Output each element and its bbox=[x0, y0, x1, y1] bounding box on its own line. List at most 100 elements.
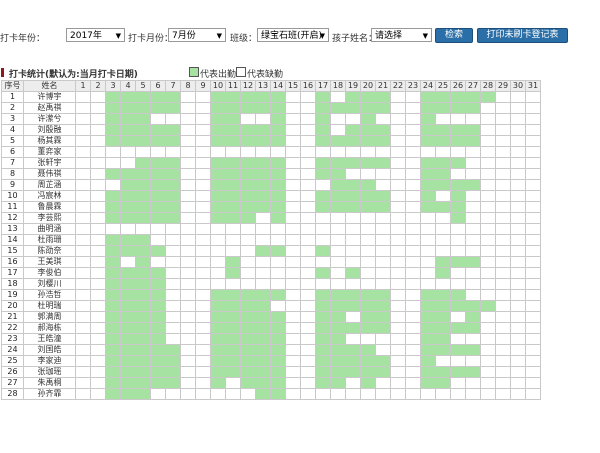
attendance-cell bbox=[465, 333, 481, 345]
attendance-cell bbox=[240, 245, 256, 257]
attendance-present-cell bbox=[435, 256, 451, 268]
attendance-cell bbox=[225, 388, 241, 400]
attendance-present-cell bbox=[210, 135, 226, 147]
attendance-present-cell bbox=[420, 366, 436, 378]
attendance-cell bbox=[510, 113, 526, 125]
attendance-present-cell bbox=[465, 179, 481, 191]
attendance-present-cell bbox=[210, 311, 226, 323]
attendance-present-cell bbox=[345, 366, 361, 378]
attendance-cell bbox=[285, 135, 301, 147]
attendance-present-cell bbox=[420, 135, 436, 147]
attendance-cell bbox=[465, 278, 481, 290]
row-number: 11 bbox=[1, 201, 24, 213]
search-button[interactable]: 检索 bbox=[435, 28, 473, 43]
attendance-cell bbox=[495, 256, 511, 268]
attendance-cell bbox=[315, 234, 331, 246]
table-row: 16 王美琪 bbox=[1, 256, 541, 268]
attendance-present-cell bbox=[450, 289, 466, 301]
attendance-cell bbox=[75, 377, 91, 389]
attendance-present-cell bbox=[150, 267, 166, 279]
attendance-cell bbox=[510, 245, 526, 257]
attendance-cell bbox=[495, 344, 511, 356]
attendance-cell bbox=[375, 333, 391, 345]
attendance-cell bbox=[345, 256, 361, 268]
attendance-present-cell bbox=[135, 190, 151, 202]
attendance-present-cell bbox=[240, 344, 256, 356]
attendance-cell bbox=[180, 344, 196, 356]
attendance-present-cell bbox=[480, 91, 496, 103]
year-select[interactable]: 2017年 ▼ bbox=[66, 28, 125, 42]
student-name: 杜明瑞 bbox=[23, 300, 76, 312]
month-select[interactable]: 7月份 ▼ bbox=[168, 28, 226, 42]
attendance-present-cell bbox=[120, 168, 136, 180]
attendance-cell bbox=[525, 135, 541, 147]
attendance-cell bbox=[195, 256, 211, 268]
attendance-present-cell bbox=[270, 179, 286, 191]
attendance-present-cell bbox=[420, 157, 436, 169]
attendance-present-cell bbox=[105, 190, 121, 202]
attendance-cell bbox=[435, 212, 451, 224]
student-name: 杨其霖 bbox=[23, 135, 76, 147]
attendance-cell bbox=[345, 113, 361, 125]
class-select[interactable]: 绿宝石班(开启) ▼ bbox=[257, 28, 329, 42]
attendance-present-cell bbox=[330, 322, 346, 334]
attendance-cell bbox=[75, 102, 91, 114]
attendance-present-cell bbox=[270, 311, 286, 323]
day-header: 16 bbox=[300, 80, 316, 92]
attendance-cell bbox=[375, 256, 391, 268]
print-unswiped-button[interactable]: 打印未刷卡登记表 bbox=[477, 28, 568, 43]
attendance-cell bbox=[465, 377, 481, 389]
attendance-cell bbox=[390, 355, 406, 367]
attendance-present-cell bbox=[150, 366, 166, 378]
attendance-present-cell bbox=[420, 91, 436, 103]
attendance-present-cell bbox=[120, 102, 136, 114]
attendance-cell bbox=[390, 333, 406, 345]
attendance-present-cell bbox=[255, 190, 271, 202]
attendance-present-cell bbox=[105, 377, 121, 389]
attendance-cell bbox=[405, 355, 421, 367]
table-row: 12 李芸熙 bbox=[1, 212, 541, 224]
attendance-cell bbox=[465, 168, 481, 180]
attendance-cell bbox=[300, 311, 316, 323]
attendance-cell bbox=[270, 278, 286, 290]
attendance-cell bbox=[495, 311, 511, 323]
attendance-present-cell bbox=[375, 322, 391, 334]
attendance-cell bbox=[195, 113, 211, 125]
attendance-cell bbox=[195, 289, 211, 301]
attendance-cell bbox=[510, 223, 526, 235]
student-name: 聂伟祺 bbox=[23, 168, 76, 180]
day-header: 3 bbox=[105, 80, 121, 92]
attendance-cell bbox=[360, 146, 376, 158]
attendance-present-cell bbox=[315, 289, 331, 301]
attendance-cell bbox=[390, 190, 406, 202]
attendance-cell bbox=[300, 190, 316, 202]
attendance-cell bbox=[510, 256, 526, 268]
attendance-present-cell bbox=[120, 135, 136, 147]
attendance-cell bbox=[195, 102, 211, 114]
attendance-cell bbox=[495, 245, 511, 257]
attendance-cell bbox=[105, 146, 121, 158]
attendance-present-cell bbox=[270, 333, 286, 345]
attendance-present-cell bbox=[255, 245, 271, 257]
row-number: 27 bbox=[1, 377, 24, 389]
student-name: 刘樱川 bbox=[23, 278, 76, 290]
attendance-cell bbox=[285, 91, 301, 103]
attendance-present-cell bbox=[210, 179, 226, 191]
attendance-cell bbox=[510, 377, 526, 389]
attendance-cell bbox=[450, 388, 466, 400]
row-number: 25 bbox=[1, 355, 24, 367]
attendance-cell bbox=[450, 146, 466, 158]
attendance-cell bbox=[525, 168, 541, 180]
attendance-cell bbox=[165, 333, 181, 345]
attendance-cell bbox=[525, 201, 541, 213]
attendance-present-cell bbox=[420, 168, 436, 180]
attendance-present-cell bbox=[450, 190, 466, 202]
attendance-present-cell bbox=[360, 366, 376, 378]
attendance-present-cell bbox=[135, 289, 151, 301]
day-header: 21 bbox=[375, 80, 391, 92]
table-row: 25 李家迪 bbox=[1, 355, 541, 367]
child-select[interactable]: 请选择 ▼ bbox=[371, 28, 432, 42]
attendance-cell bbox=[165, 245, 181, 257]
attendance-present-cell bbox=[360, 135, 376, 147]
attendance-cell bbox=[405, 245, 421, 257]
